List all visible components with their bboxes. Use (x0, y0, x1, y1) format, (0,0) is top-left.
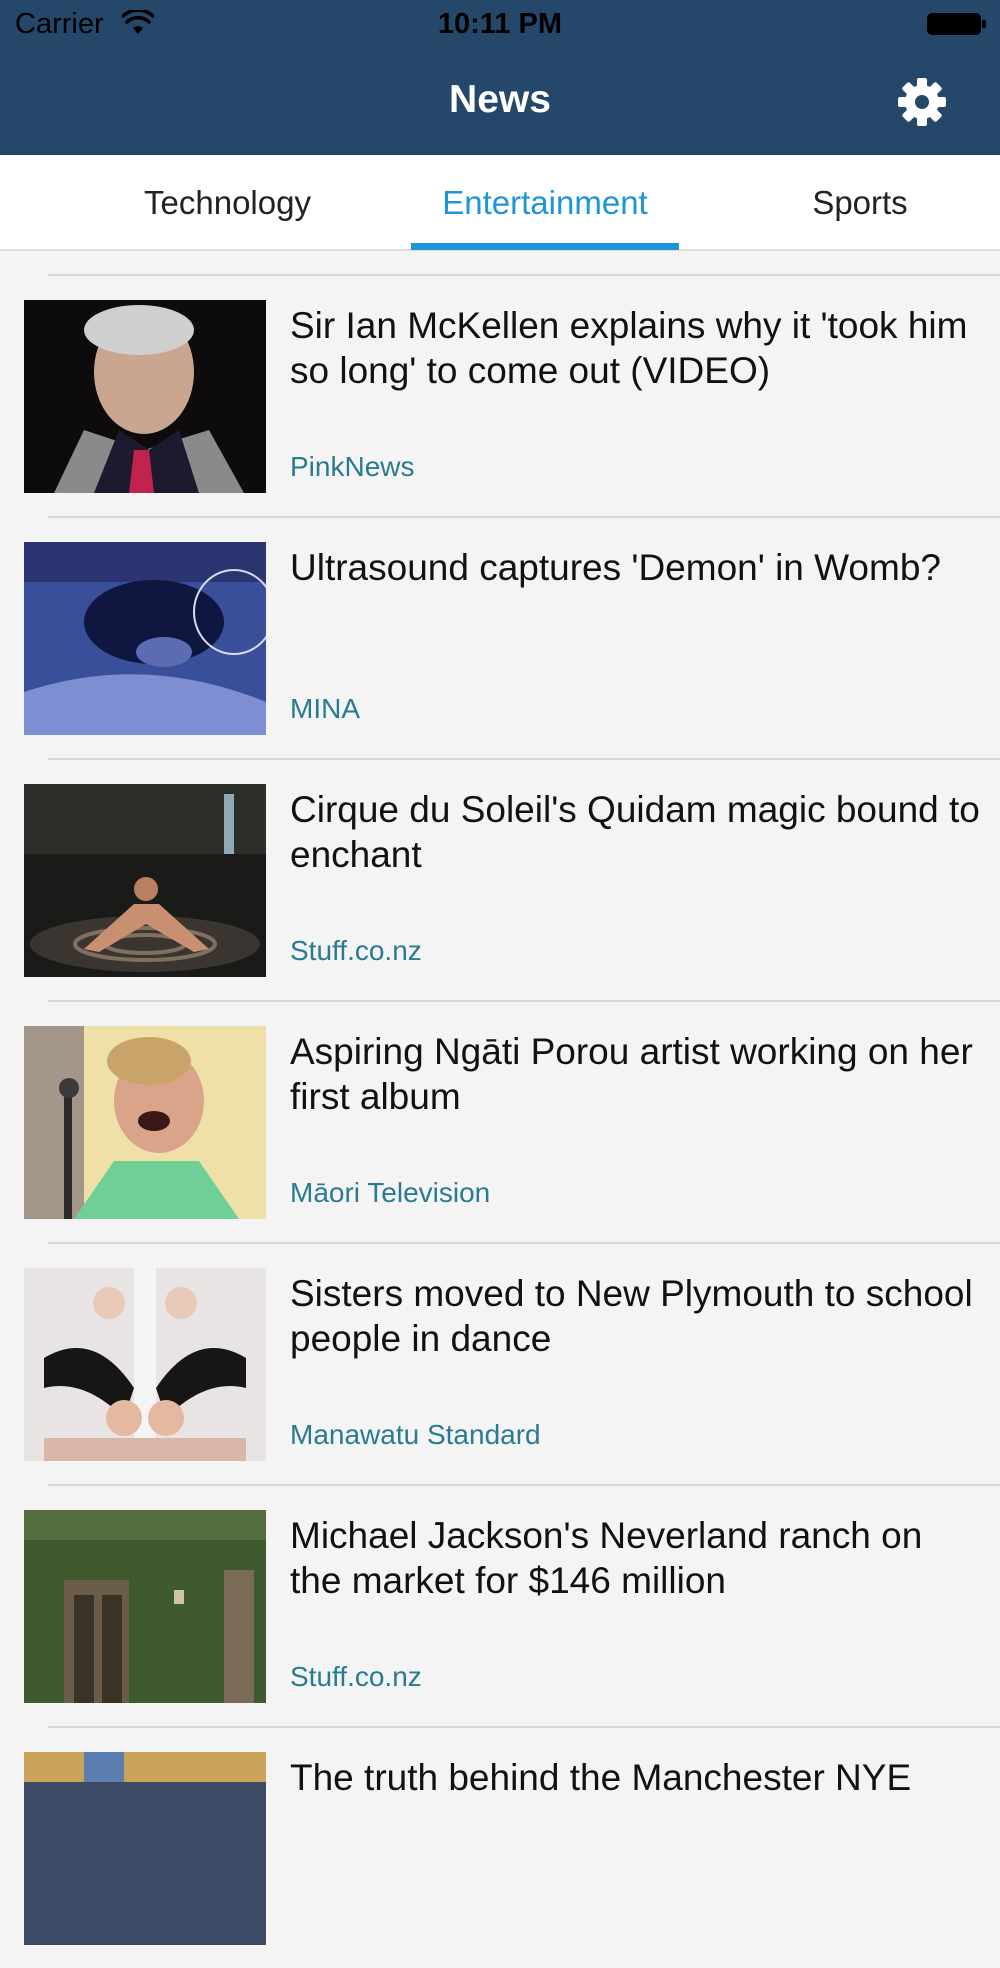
status-bar: Carrier 10:11 PM (0, 0, 1000, 50)
article-thumbnail (24, 1752, 266, 1945)
article-headline: Aspiring Ngāti Porou artist working on h… (290, 1031, 973, 1117)
selected-tab-indicator (411, 243, 679, 250)
article-row-2[interactable]: Ultrasound captures 'Demon' in Womb? MIN… (0, 517, 1000, 758)
article-thumbnail (24, 784, 266, 977)
settings-button[interactable] (893, 73, 951, 131)
category-tab-bar: Technology Entertainment Sports (0, 155, 1000, 251)
article-row-7[interactable]: The truth behind the Manchester NYE (0, 1727, 1000, 1968)
article-source: Māori Television (290, 1177, 491, 1208)
article-source: PinkNews (290, 451, 415, 482)
article-source: Stuff.co.nz (290, 1661, 422, 1692)
article-thumbnail (24, 300, 266, 493)
battery-icon (927, 13, 986, 35)
article-headline: Sir Ian McKellen explains why it 'took h… (290, 305, 968, 391)
tab-technology[interactable]: Technology (110, 155, 345, 251)
article-row-3[interactable]: Cirque du Soleil's Quidam magic bound to… (0, 759, 1000, 1000)
article-headline: Sisters moved to New Plymouth to school … (290, 1273, 973, 1359)
status-time: 10:11 PM (437, 8, 563, 40)
article-source: Stuff.co.nz (290, 935, 422, 966)
article-thumbnail (24, 1026, 266, 1219)
article-thumbnail (24, 1510, 266, 1703)
article-headline: Ultrasound captures 'Demon' in Womb? (290, 547, 941, 588)
article-thumbnail (24, 1268, 266, 1461)
page-title: News (449, 78, 551, 121)
article-row-6[interactable]: Michael Jackson's Neverland ranch on the… (0, 1485, 1000, 1726)
article-headline: Michael Jackson's Neverland ranch on the… (290, 1515, 923, 1601)
article-row-1[interactable]: Sir Ian McKellen explains why it 'took h… (0, 275, 1000, 516)
article-headline: Cirque du Soleil's Quidam magic bound to… (290, 789, 980, 875)
article-row-5[interactable]: Sisters moved to New Plymouth to school … (0, 1243, 1000, 1484)
tab-sports[interactable]: Sports (760, 155, 960, 251)
article-source: MINA (290, 693, 360, 724)
tab-entertainment[interactable]: Entertainment (411, 155, 679, 251)
navigation-bar: Carrier 10:11 PM News (0, 0, 1000, 155)
gear-icon (898, 78, 946, 126)
article-row-4[interactable]: Aspiring Ngāti Porou artist working on h… (0, 1001, 1000, 1242)
article-thumbnail (24, 542, 266, 735)
article-source: Manawatu Standard (290, 1419, 541, 1450)
